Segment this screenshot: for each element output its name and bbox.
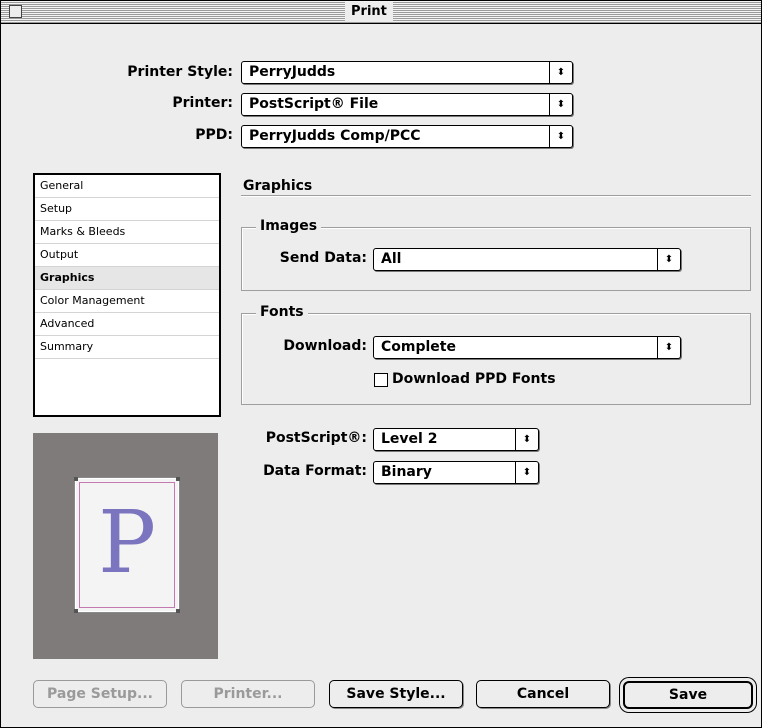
images-legend: Images: [256, 218, 322, 234]
fonts-group: [241, 313, 751, 405]
preview-page: P: [74, 477, 180, 613]
sidebar-item-advanced[interactable]: Advanced: [35, 313, 219, 336]
data-format-value: Binary: [381, 464, 432, 480]
fonts-legend: Fonts: [256, 304, 308, 320]
crop-mark: [74, 609, 78, 613]
save-button[interactable]: Save: [623, 681, 753, 709]
download-popup[interactable]: Complete ⬍: [373, 336, 681, 359]
sidebar-item-output[interactable]: Output: [35, 244, 219, 267]
category-list: General Setup Marks & Bleeds Output Grap…: [33, 173, 221, 417]
section-title: Graphics: [243, 178, 313, 194]
up-down-arrows-icon: ⬍: [515, 429, 538, 450]
print-dialog: Print Printer Style: PerryJudds ⬍ Printe…: [0, 0, 762, 728]
printer-style-value: PerryJudds: [249, 64, 336, 80]
sidebar-item-marks-bleeds[interactable]: Marks & Bleeds: [35, 221, 219, 244]
preview-letter: P: [98, 493, 156, 593]
postscript-popup[interactable]: Level 2 ⬍: [373, 428, 539, 451]
printer-style-label: Printer Style:: [127, 64, 233, 80]
page-preview: P: [33, 433, 218, 659]
cancel-button[interactable]: Cancel: [476, 680, 610, 708]
send-data-value: All: [381, 251, 402, 267]
postscript-label: PostScript®:: [265, 430, 367, 446]
crop-mark: [74, 477, 78, 481]
up-down-arrows-icon: ⬍: [549, 62, 572, 83]
up-down-arrows-icon: ⬍: [515, 462, 538, 483]
sidebar-item-summary[interactable]: Summary: [35, 336, 219, 359]
data-format-popup[interactable]: Binary ⬍: [373, 461, 539, 484]
title-bar[interactable]: Print: [1, 1, 761, 24]
ppd-label: PPD:: [195, 127, 233, 143]
sidebar-item-color-management[interactable]: Color Management: [35, 290, 219, 313]
printer-value: PostScript® File: [249, 96, 379, 112]
sidebar-item-setup[interactable]: Setup: [35, 198, 219, 221]
up-down-arrows-icon: ⬍: [657, 249, 680, 270]
page-setup-button[interactable]: Page Setup...: [33, 680, 167, 708]
crop-mark: [176, 477, 180, 481]
save-style-button[interactable]: Save Style...: [329, 680, 463, 708]
download-ppd-fonts-label[interactable]: Download PPD Fonts: [392, 367, 556, 391]
up-down-arrows-icon: ⬍: [657, 337, 680, 358]
send-data-label: Send Data:: [279, 250, 367, 266]
printer-style-popup[interactable]: PerryJudds ⬍: [241, 61, 573, 84]
send-data-popup[interactable]: All ⬍: [373, 248, 681, 271]
section-divider: [241, 195, 751, 197]
printer-label: Printer:: [172, 95, 233, 111]
download-value: Complete: [381, 339, 456, 355]
sidebar-item-graphics[interactable]: Graphics: [35, 267, 219, 290]
ppd-value: PerryJudds Comp/PCC: [249, 128, 421, 144]
printer-button[interactable]: Printer...: [181, 680, 315, 708]
up-down-arrows-icon: ⬍: [549, 126, 572, 147]
postscript-value: Level 2: [381, 431, 438, 447]
up-down-arrows-icon: ⬍: [549, 94, 572, 115]
sidebar-item-general[interactable]: General: [35, 175, 219, 198]
close-box[interactable]: [9, 5, 22, 18]
ppd-popup[interactable]: PerryJudds Comp/PCC ⬍: [241, 125, 573, 148]
data-format-label: Data Format:: [263, 463, 367, 479]
window-title: Print: [345, 2, 393, 22]
crop-mark: [176, 609, 180, 613]
download-ppd-fonts-checkbox[interactable]: [374, 373, 388, 387]
download-label: Download:: [283, 338, 367, 354]
printer-popup[interactable]: PostScript® File ⬍: [241, 93, 573, 116]
